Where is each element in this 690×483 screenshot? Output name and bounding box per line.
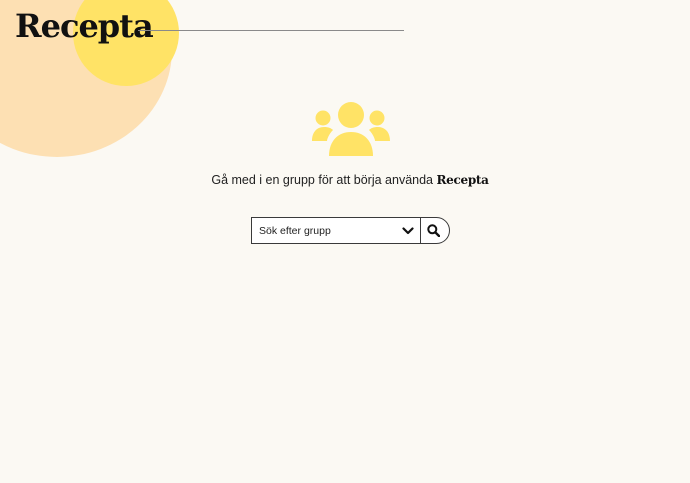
- app-logo[interactable]: Recepta: [15, 6, 154, 46]
- message-brand: Recepta: [436, 173, 489, 187]
- message-text: Gå med i en grupp för att börja använda: [211, 173, 437, 187]
- search-icon: [426, 224, 440, 237]
- group-search-input[interactable]: [252, 218, 399, 243]
- empty-state-message: Gå med i en grupp för att börja använda …: [0, 171, 690, 189]
- search-button[interactable]: [420, 217, 450, 244]
- page: Recepta Gå med i en grupp för att börja …: [0, 0, 690, 483]
- group-search: [251, 217, 450, 244]
- users-group-icon: [312, 102, 390, 156]
- group-search-field[interactable]: [251, 217, 421, 244]
- chevron-down-icon[interactable]: [402, 225, 414, 237]
- header-divider: [138, 30, 404, 31]
